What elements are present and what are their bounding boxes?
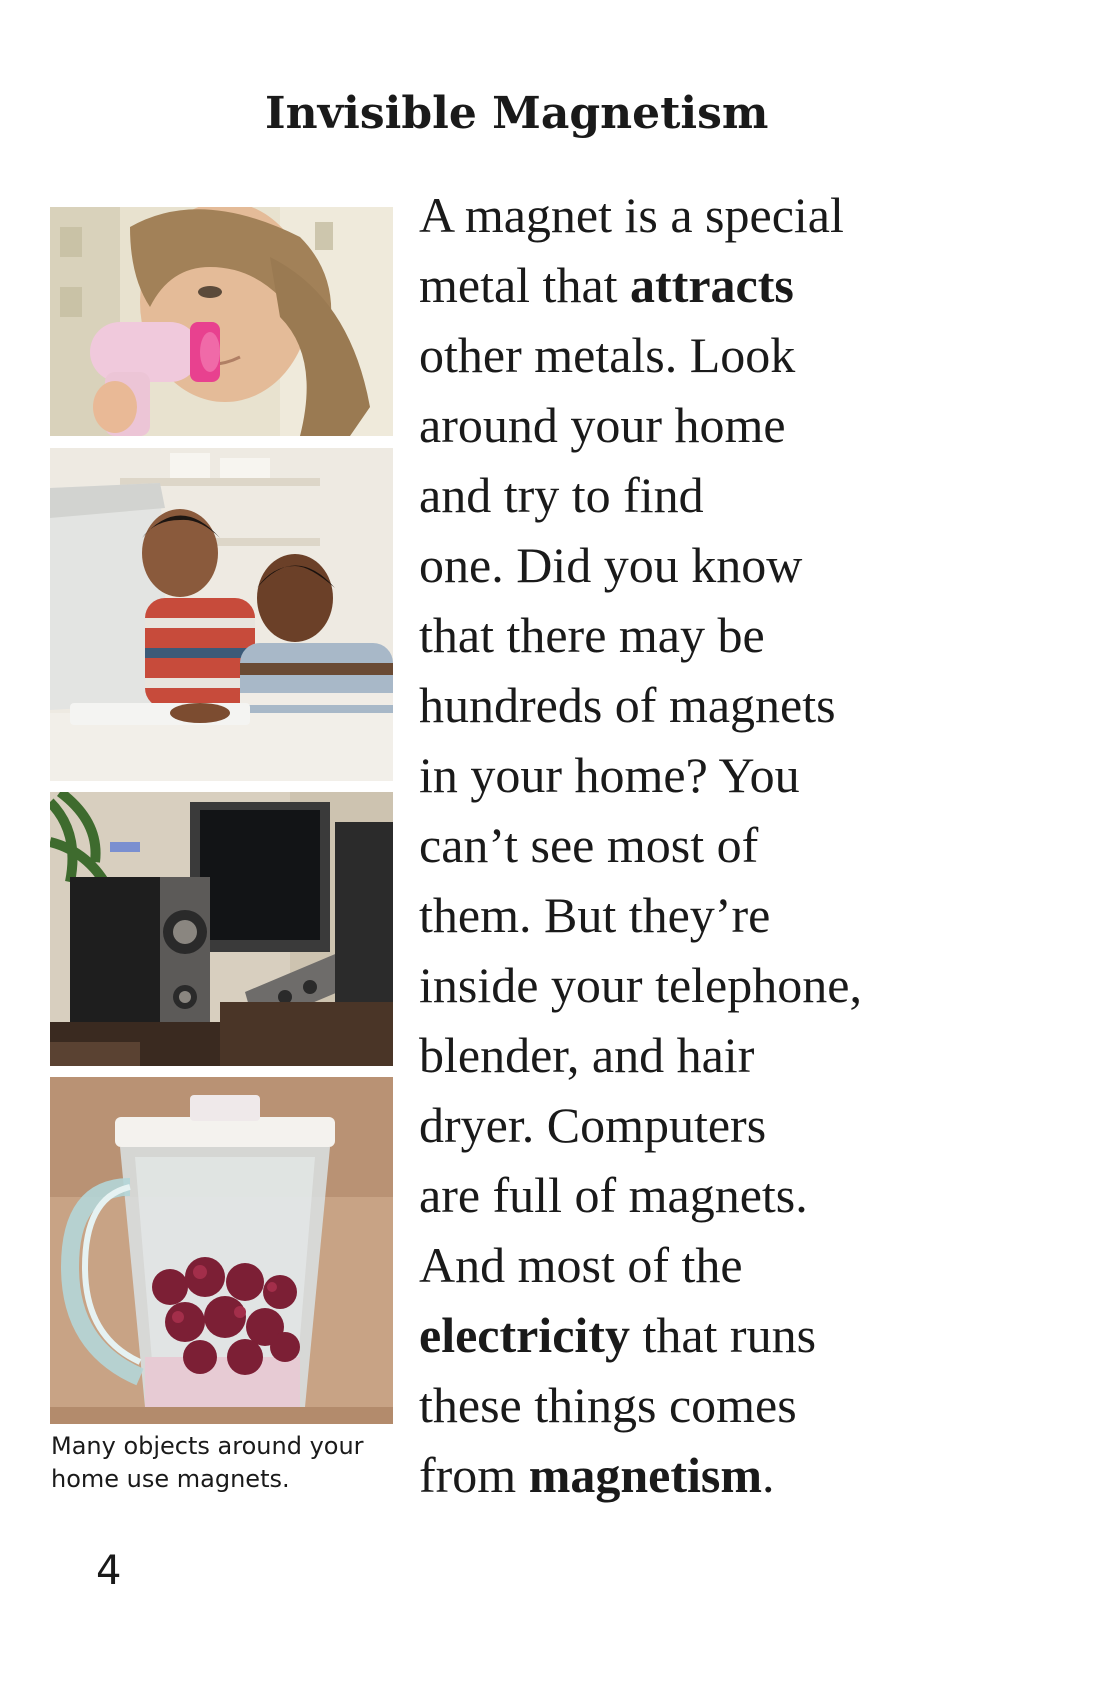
tv-speakers-photo (50, 792, 393, 1066)
body-text-run: other metals. Look (419, 327, 796, 383)
body-line: one. Did you know (419, 530, 1079, 600)
body-line: inside your telephone, (419, 950, 1079, 1020)
body-line: can’t see most of (419, 810, 1079, 880)
body-line: are full of magnets. (419, 1160, 1079, 1230)
body-line: that there may be (419, 600, 1079, 670)
body-line: And most of the (419, 1230, 1079, 1300)
caption-line: home use magnets. (51, 1465, 290, 1493)
photo-caption: Many objects around your home use magnet… (51, 1430, 396, 1496)
page-title: Invisible Magnetism (265, 88, 769, 139)
body-line: hundreds of magnets (419, 670, 1079, 740)
book-page: Invisible Magnetism Many objects around … (0, 0, 1100, 1700)
body-text-run: and try to find (419, 467, 704, 523)
bold-term: electricity (419, 1307, 630, 1363)
body-text-run: from (419, 1447, 529, 1503)
body-text-run: can’t see most of (419, 817, 759, 873)
body-text-run: them. But they’re (419, 887, 771, 943)
hair-dryer-photo (50, 207, 393, 436)
body-text-run: one. Did you know (419, 537, 803, 593)
body-line: dryer. Computers (419, 1090, 1079, 1160)
body-text-run: that there may be (419, 607, 765, 663)
body-line: in your home? You (419, 740, 1079, 810)
body-line: blender, and hair (419, 1020, 1079, 1090)
body-line: other metals. Look (419, 320, 1079, 390)
body-line: from magnetism. (419, 1440, 1079, 1510)
body-text-run: blender, and hair (419, 1027, 755, 1083)
body-paragraph: A magnet is a special metal that attracts… (419, 180, 1079, 1510)
body-text-run: And most of the (419, 1237, 743, 1293)
body-text-run: are full of magnets. (419, 1167, 808, 1223)
body-text-run: hundreds of magnets (419, 677, 836, 733)
caption-line: Many objects around your (51, 1432, 364, 1460)
body-line: them. But they’re (419, 880, 1079, 950)
boys-computer-photo (50, 448, 393, 781)
body-text-run: that runs (629, 1307, 817, 1363)
body-text-run: these things comes (419, 1377, 797, 1433)
body-text-run: around your home (419, 397, 786, 453)
body-text-run: dryer. Computers (419, 1097, 767, 1153)
blender-photo (50, 1077, 393, 1424)
body-text-run: A magnet is a special (419, 187, 844, 243)
body-line: around your home (419, 390, 1079, 460)
body-line: electricity that runs (419, 1300, 1079, 1370)
bold-term: attracts (630, 257, 794, 313)
page-number: 4 (96, 1548, 122, 1594)
bold-term: magnetism (528, 1447, 763, 1503)
body-text-run: in your home? You (419, 747, 800, 803)
body-line: A magnet is a special (419, 180, 1079, 250)
body-text-run: . (762, 1447, 775, 1503)
body-line: metal that attracts (419, 250, 1079, 320)
body-line: these things comes (419, 1370, 1079, 1440)
body-text-run: inside your telephone, (419, 957, 862, 1013)
body-text-run: metal that (419, 257, 631, 313)
body-line: and try to find (419, 460, 1079, 530)
